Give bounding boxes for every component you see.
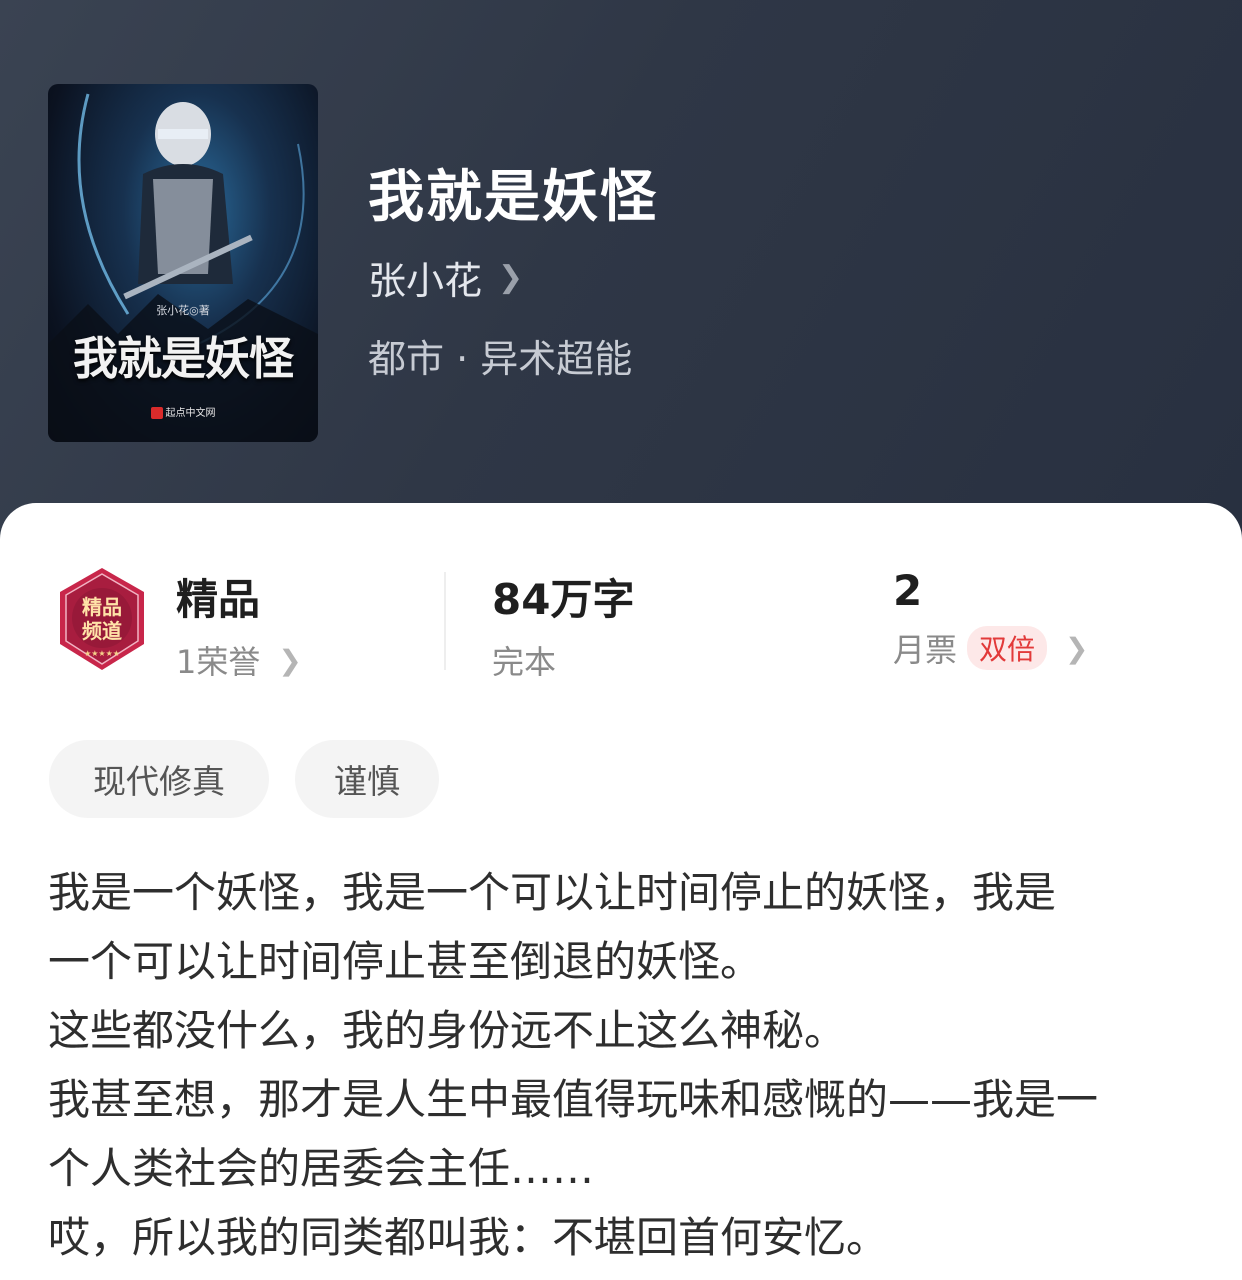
- stat-monthly-tickets[interactable]: 2 月票 双倍 ❯: [893, 566, 1089, 671]
- book-cover[interactable]: 张小花◎著 我就是妖怪 起点中文网: [48, 84, 318, 442]
- cover-author-credit: 张小花◎著: [156, 304, 210, 317]
- stat-words: 84万字 完本: [492, 566, 634, 683]
- author-link[interactable]: 张小花 ❯: [368, 250, 523, 305]
- svg-text:频道: 频道: [82, 619, 122, 643]
- stat-completion-status: 完本: [492, 643, 557, 681]
- stat-honor-title: 精品: [176, 575, 261, 624]
- description-line: 哎，所以我的同类都叫我：不堪回首何安忆。: [48, 1213, 889, 1262]
- cover-publisher-name: 起点中文网: [165, 408, 216, 419]
- svg-text:★★★★★: ★★★★★: [84, 649, 120, 658]
- svg-text:精品: 精品: [82, 595, 122, 619]
- chevron-right-icon: ❯: [1065, 631, 1089, 665]
- stat-ticket-count: 2: [893, 566, 923, 615]
- author-name: 张小花: [368, 259, 483, 303]
- book-header: 张小花◎著 我就是妖怪 起点中文网 我就是妖怪 张小花 ❯ 都市 · 异术超能: [0, 0, 1242, 560]
- premium-channel-badge-icon[interactable]: 精品 频道 ★★★★★: [52, 566, 152, 672]
- cover-publisher: 起点中文网: [48, 404, 318, 419]
- cover-title: 我就是妖怪: [72, 332, 294, 385]
- stat-ticket-label: 月票: [893, 631, 958, 669]
- publisher-logo-icon: [150, 407, 163, 419]
- tag-cautious[interactable]: 谨慎: [295, 740, 439, 818]
- stat-tickets-sub-row: 月票 双倍 ❯: [893, 625, 1089, 671]
- description-line: 个人类社会的居委会主任……: [48, 1144, 595, 1193]
- chevron-right-icon: ❯: [498, 260, 524, 295]
- book-description[interactable]: 我是一个妖怪，我是一个可以让时间停止的妖怪，我是 一个可以让时间停止甚至倒退的妖…: [48, 858, 1198, 1272]
- book-category: 都市 · 异术超能: [368, 337, 633, 381]
- cover-illustration: [48, 93, 318, 442]
- book-title: 我就是妖怪: [368, 164, 658, 230]
- stat-honor-count: 1荣誉: [176, 643, 261, 681]
- description-line: 这些都没什么，我的身份远不止这么神秘。: [48, 1006, 847, 1055]
- tag-modern-cultivation[interactable]: 现代修真: [49, 740, 269, 818]
- description-line: 我是一个妖怪，我是一个可以让时间停止的妖怪，我是: [48, 868, 1057, 917]
- chevron-right-icon: ❯: [278, 643, 302, 677]
- stat-honor[interactable]: 精品 1荣誉 ❯: [176, 566, 302, 683]
- stat-honor-sub-row: 1荣誉 ❯: [176, 637, 302, 683]
- double-ticket-badge: 双倍: [967, 626, 1048, 670]
- stat-words-sub-row: 完本: [492, 637, 634, 683]
- description-line: 我甚至想，那才是人生中最值得玩味和感慨的——我是一: [48, 1075, 1099, 1124]
- stat-word-count: 84万字: [492, 575, 635, 624]
- description-line: 一个可以让时间停止甚至倒退的妖怪。: [48, 937, 763, 986]
- stat-divider: [444, 572, 446, 670]
